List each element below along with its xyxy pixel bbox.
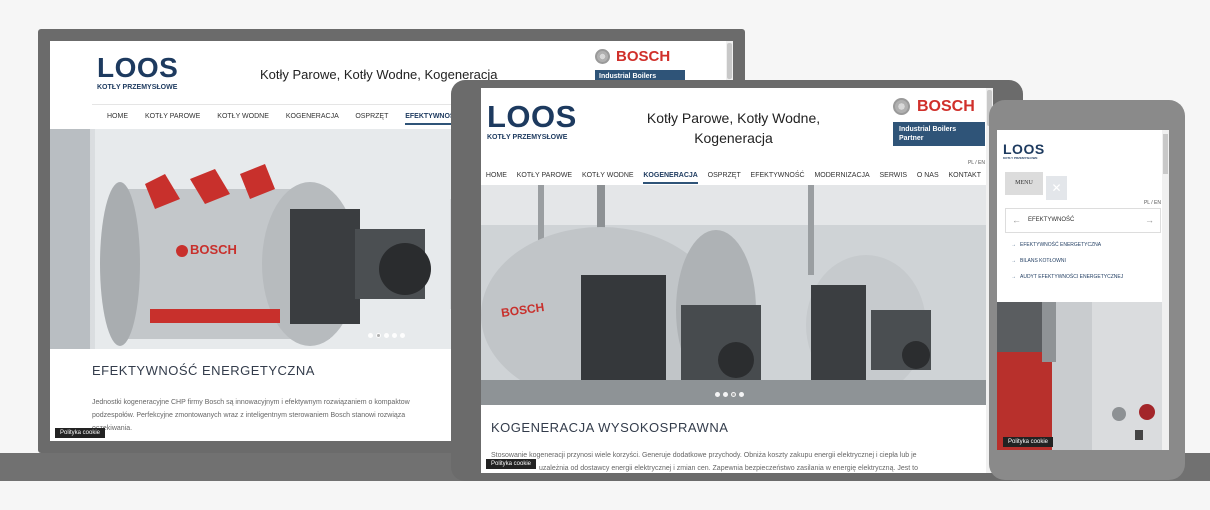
slider-dot-2[interactable] [376,333,381,338]
hero-slider[interactable] [997,302,1162,450]
body-line-1: Stosowanie kogeneracji przynosi wiele ko… [491,452,917,459]
submenu-item[interactable]: → BILANS KOTŁOWNI [1011,256,1161,272]
slider-dot-1[interactable] [368,333,373,338]
nav-kotly-wodne[interactable]: KOTŁY WODNE [217,113,269,123]
partner-line-2: Partner [899,135,924,142]
nav-efektywnosc[interactable]: EFEKTYWNOŚ [405,113,455,125]
bosch-logo-icon [893,98,910,116]
boiler-room-photo [481,185,986,405]
boiler-closeup-photo [997,302,1162,450]
partner-label: Industrial Boilers Partner [893,122,985,146]
content-section: KOGENERACJA WYSOKOSPRAWNA Stosowanie kog… [491,420,981,473]
nav-modernizacja[interactable]: MODERNIZACJA [814,172,869,184]
logo-wordmark: LOOS [97,52,179,83]
nav-kotly-parowe[interactable]: KOTŁY PAROWE [145,113,200,123]
bullet-arrow-icon: → [1011,242,1016,248]
language-switch[interactable]: PL / EN [968,160,985,166]
nav-kotly-parowe[interactable]: KOTŁY PAROWE [517,172,572,184]
nav-kogeneracja[interactable]: KOGENERACJA [286,113,339,123]
submenu-item-label: AUDYT EFEKTYWNOŚCI ENERGETYCZNEJ [1020,274,1124,280]
nav-kontakt[interactable]: KONTAKT [948,172,981,184]
nav-kogeneracja[interactable]: KOGENERACJA [643,172,698,184]
tablet-frame: LOOS KOTŁY PRZEMYSŁOWE Kotły Parowe, Kot… [451,80,1023,481]
body-line-2: uzależnia od dostawcy energii elektryczn… [539,465,918,472]
main-nav: HOME KOTŁY PAROWE KOTŁY WODNE KOGENERACJ… [481,168,986,184]
bosch-logo-icon [595,49,610,65]
slider-dots[interactable] [715,384,747,402]
phone-screen: LOOS KOTŁY PRZEMYSŁOWE MENU ✕ PL / EN ← … [997,130,1169,450]
logo-wordmark: LOOS [1003,141,1045,157]
nav-serwis[interactable]: SERWIS [880,172,908,184]
nav-osprzet[interactable]: OSPRZĘT [708,172,741,184]
slider-dot-3[interactable] [731,392,736,397]
scrollbar[interactable] [1162,130,1169,450]
slider-dot-5[interactable] [400,333,405,338]
close-icon[interactable]: ✕ [1046,176,1067,200]
nav-efektywnosc[interactable]: EFEKTYWNOŚĆ [751,172,805,184]
nav-home[interactable]: HOME [107,113,128,123]
nav-home[interactable]: HOME [486,172,507,184]
logo-subtitle: KOTŁY PRZEMYSŁOWE [487,134,568,141]
scrollbar-thumb[interactable] [1163,134,1168,174]
slider-dot-4[interactable] [392,333,397,338]
submenu-item[interactable]: → EFEKTYWNOŚĆ ENERGETYCZNA [1011,240,1161,256]
logo-subtitle: KOTŁY PRZEMYSŁOWE [97,84,178,91]
section-title: KOGENERACJA WYSOKOSPRAWNA [491,420,729,435]
loos-logo[interactable]: LOOS KOTŁY PRZEMYSŁOWE [1003,142,1045,160]
slider-dot-3[interactable] [384,333,389,338]
nav-o-nas[interactable]: O NAS [917,172,939,184]
logo-wordmark: LOOS [487,99,577,134]
body-text: Stosowanie kogeneracji przynosi wiele ko… [491,449,981,473]
submenu-header[interactable]: ← EFEKTYWNOŚĆ → [1005,208,1161,233]
hero-slider[interactable]: BOSCH [481,185,986,405]
submenu-title: EFEKTYWNOŚĆ [1028,217,1075,223]
phone-frame: LOOS KOTŁY PRZEMYSŁOWE MENU ✕ PL / EN ← … [989,100,1185,480]
submenu-item-label: EFEKTYWNOŚĆ ENERGETYCZNA [1020,242,1102,248]
submenu-list: → EFEKTYWNOŚĆ ENERGETYCZNA → BILANS KOTŁOW… [1011,240,1161,288]
language-switch[interactable]: PL / EN [1144,200,1161,206]
cookie-policy-button[interactable]: Polityka cookie [486,459,537,469]
arrow-right-icon[interactable]: → [1145,209,1154,232]
submenu-item-label: BILANS KOTŁOWNI [1020,258,1066,264]
bosch-partner-badge[interactable]: BOSCH Industrial Boilers [595,48,685,84]
nav-kotly-wodne[interactable]: KOTŁY WODNE [582,172,634,184]
device-mockup-stage: LOOS KOTŁY PRZEMYSŁOWE Kotły Parowe, Kot… [0,0,1210,510]
cookie-policy-button[interactable]: Polityka cookie [55,428,106,438]
bosch-wordmark: BOSCH [616,48,671,66]
bosch-wordmark: BOSCH [917,97,975,115]
logo-subtitle: KOTŁY PRZEMYSŁOWE [1003,156,1038,160]
slider-dots[interactable] [368,325,408,343]
scrollbar-thumb[interactable] [727,43,732,79]
nav-osprzet[interactable]: OSPRZĘT [355,113,388,123]
loos-logo[interactable]: LOOS KOTŁY PRZEMYSŁOWE [97,52,179,92]
menu-button[interactable]: MENU [1005,172,1043,195]
bosch-partner-badge[interactable]: BOSCH Industrial Boilers Partner [893,98,985,146]
slider-dot-2[interactable] [723,392,728,397]
submenu-item[interactable]: → AUDYT EFEKTYWNOŚCI ENERGETYCZNEJ [1011,272,1161,288]
bullet-arrow-icon: → [1011,258,1016,264]
slider-dot-4[interactable] [739,392,744,397]
slider-dot-1[interactable] [715,392,720,397]
cookie-policy-button[interactable]: Polityka cookie [1003,437,1054,447]
tablet-screen: LOOS KOTŁY PRZEMYSŁOWE Kotły Parowe, Kot… [481,88,993,473]
boiler-bosch-label: BOSCH [190,242,237,257]
loos-logo[interactable]: LOOS KOTŁY PRZEMYSŁOWE [487,101,577,141]
bullet-arrow-icon: → [1011,274,1016,280]
site-tagline: Kotły Parowe, Kotły Wodne, Kogeneracja [646,110,821,146]
partner-line-1: Industrial Boilers [899,126,957,133]
arrow-left-icon[interactable]: ← [1012,209,1021,232]
